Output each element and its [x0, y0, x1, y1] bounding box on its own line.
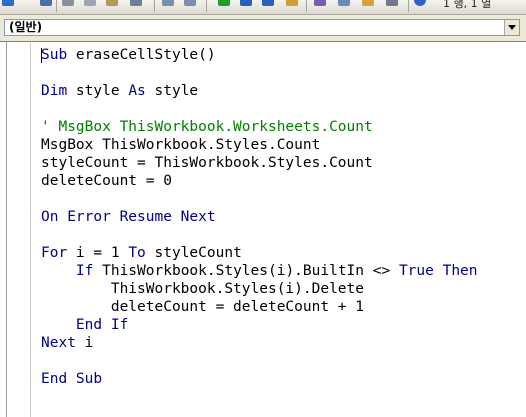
- code-token: deleteCount = deleteCount + 1: [41, 299, 365, 315]
- find-icon[interactable]: [130, 0, 142, 6]
- object-browser-icon[interactable]: [362, 0, 374, 6]
- keyword-token: To: [128, 245, 146, 261]
- code-window[interactable]: Sub eraseCellStyle() Dim style As style …: [0, 41, 526, 417]
- object-dropdown-value: (일반): [9, 20, 43, 34]
- dropdown-button[interactable]: [504, 20, 519, 35]
- code-line[interactable]: ' MsgBox ThisWorkbook.Worksheets.Count: [41, 118, 478, 136]
- code-line[interactable]: Dim style As style: [41, 82, 478, 100]
- text-cursor: [41, 48, 42, 63]
- code-token: deleteCount = 0: [41, 173, 172, 189]
- chevron-down-icon: [508, 25, 516, 30]
- keyword-token: Then: [442, 263, 478, 279]
- keyword-token: Dim: [41, 83, 68, 99]
- code-line[interactable]: deleteCount = 0: [41, 172, 478, 190]
- standard-toolbar: 1 행, 1 열: [0, 0, 526, 15]
- keyword-token: End Sub: [41, 371, 103, 387]
- help-icon[interactable]: [414, 0, 426, 6]
- project-explorer-icon[interactable]: [314, 0, 326, 6]
- code-token: ThisWorkbook.Styles(i).Delete: [41, 281, 365, 297]
- keyword-token: True: [398, 263, 434, 279]
- code-line[interactable]: If ThisWorkbook.Styles(i).BuiltIn <> Tru…: [41, 262, 478, 280]
- gutter-divider: [6, 42, 7, 417]
- code-token: i = 1: [67, 245, 129, 261]
- toolbar-separator: [206, 0, 207, 12]
- code-line[interactable]: [41, 226, 478, 244]
- code-line[interactable]: MsgBox ThisWorkbook.Styles.Count: [41, 136, 478, 154]
- code-token: eraseCellStyle(): [67, 47, 216, 63]
- reset-icon[interactable]: [262, 0, 274, 6]
- code-line[interactable]: End If: [41, 316, 478, 334]
- save-icon[interactable]: [40, 0, 52, 6]
- code-line[interactable]: styleCount = ThisWorkbook.Styles.Count: [41, 154, 478, 172]
- cut-icon[interactable]: [62, 0, 74, 6]
- code-token: i: [75, 335, 94, 351]
- code-token: styleCount: [145, 245, 242, 261]
- procedure-bar: (일반): [0, 15, 526, 41]
- toolbar-separator: [306, 0, 307, 12]
- keyword-token: As: [128, 83, 146, 99]
- undo-icon[interactable]: [162, 0, 174, 6]
- code-line[interactable]: deleteCount = deleteCount + 1: [41, 298, 478, 316]
- run-icon[interactable]: [218, 0, 230, 6]
- code-line[interactable]: [41, 64, 478, 82]
- cursor-position-status: 1 행, 1 열: [443, 0, 492, 10]
- paste-icon[interactable]: [106, 0, 118, 6]
- toolbar-separator: [154, 0, 155, 12]
- code-line[interactable]: For i = 1 To styleCount: [41, 244, 478, 262]
- code-line[interactable]: Sub eraseCellStyle(): [41, 46, 478, 64]
- keyword-token: End If: [75, 317, 129, 333]
- properties-window-icon[interactable]: [338, 0, 350, 6]
- redo-icon[interactable]: [184, 0, 196, 6]
- code-line[interactable]: End Sub: [41, 370, 478, 388]
- copy-icon[interactable]: [84, 0, 96, 6]
- code-editor[interactable]: Sub eraseCellStyle() Dim style As style …: [41, 46, 478, 388]
- code-line[interactable]: ThisWorkbook.Styles(i).Delete: [41, 280, 478, 298]
- code-line[interactable]: On Error Resume Next: [41, 208, 478, 226]
- code-line[interactable]: [41, 352, 478, 370]
- code-token: style: [145, 83, 199, 99]
- object-dropdown[interactable]: (일반): [4, 19, 520, 36]
- code-token: ThisWorkbook.Styles(i).BuiltIn <>: [93, 263, 399, 279]
- keyword-token: Sub: [41, 47, 68, 63]
- comment-token: ' MsgBox ThisWorkbook.Worksheets.Count: [41, 119, 373, 135]
- code-line[interactable]: [41, 100, 478, 118]
- code-token: style: [67, 83, 129, 99]
- toolbar-separator: [56, 0, 57, 12]
- keyword-token: On Error Resume Next: [41, 209, 216, 225]
- design-mode-icon[interactable]: [286, 0, 298, 6]
- keyword-token: If: [75, 263, 94, 279]
- toolbox-icon[interactable]: [386, 0, 398, 6]
- keyword-token: Next: [41, 335, 76, 351]
- break-icon[interactable]: [240, 0, 252, 6]
- code-token: MsgBox ThisWorkbook.Styles.Count: [41, 137, 321, 153]
- toolbar-separator: [408, 0, 409, 12]
- margin-indicator-bar[interactable]: [0, 42, 31, 417]
- code-line[interactable]: [41, 190, 478, 208]
- code-line[interactable]: Next i: [41, 334, 478, 352]
- code-token: styleCount = ThisWorkbook.Styles.Count: [41, 155, 373, 171]
- keyword-token: For: [41, 245, 68, 261]
- excel-icon[interactable]: [2, 0, 14, 6]
